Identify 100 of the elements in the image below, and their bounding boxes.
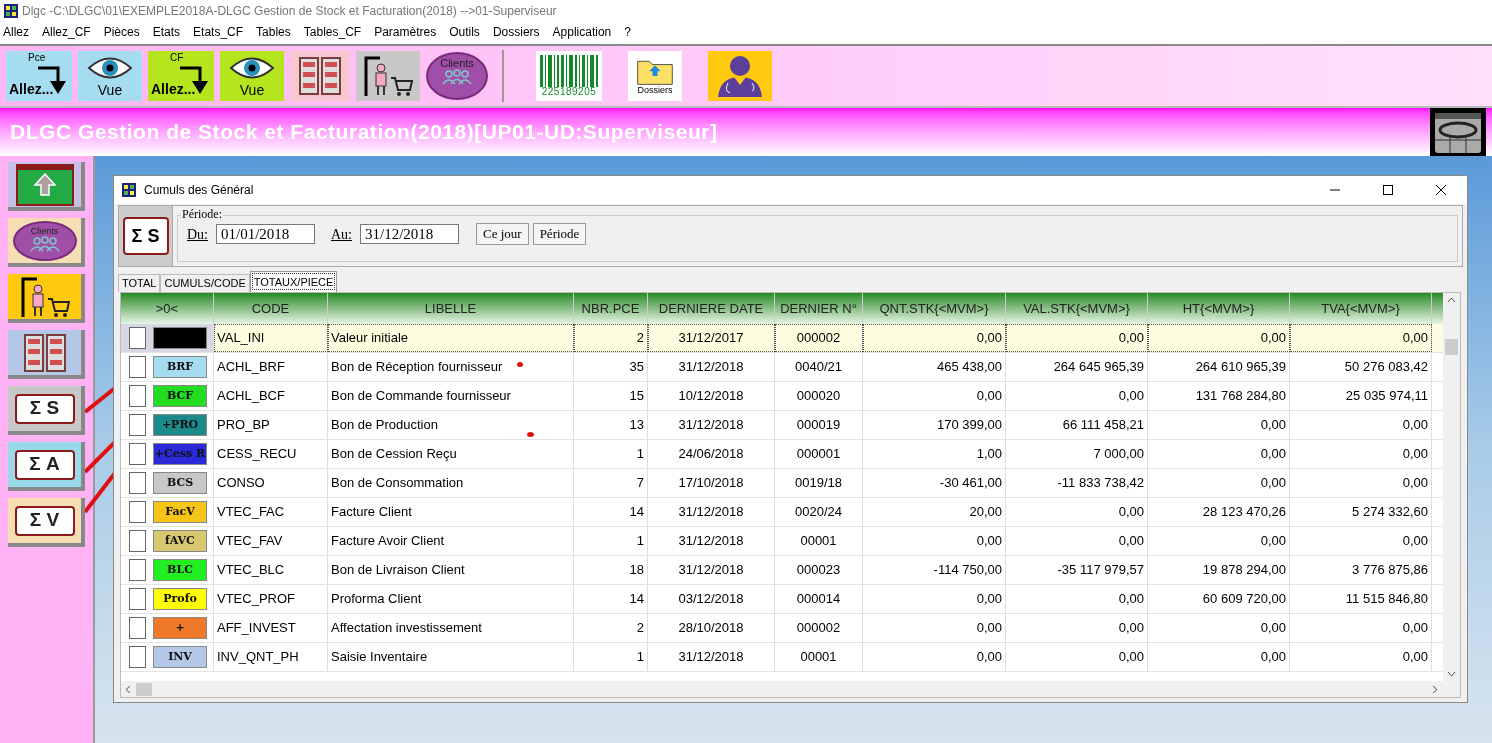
table-cell: 24/06/2018 xyxy=(648,440,775,468)
scrollbar-thumb[interactable] xyxy=(1445,339,1458,355)
from-date-field[interactable]: 01/01/2018 xyxy=(216,224,315,244)
table-cell: 03/12/2018 xyxy=(648,585,775,613)
checkbox[interactable] xyxy=(129,472,146,494)
table-cell: 465 438,00 xyxy=(863,353,1006,381)
tab[interactable]: CUMULS/CODE xyxy=(160,274,250,292)
menu-item[interactable]: Tables xyxy=(256,23,291,41)
menu-item[interactable]: Dossiers xyxy=(492,23,540,41)
checkbox[interactable] xyxy=(129,443,146,465)
column-header[interactable]: LIBELLE xyxy=(328,293,574,324)
horizontal-scrollbar[interactable] xyxy=(121,681,1460,697)
view-button[interactable]: Vue xyxy=(78,51,142,101)
checkbox[interactable] xyxy=(129,646,146,668)
checkbox[interactable] xyxy=(129,501,146,523)
table-row[interactable]: +PRO PRO_BP Bon de Production 13 31/12/2018 000019 170 399,00 66 111 458,21 0,00 0,00 xyxy=(121,411,1444,440)
sidebar-button[interactable] xyxy=(8,162,85,211)
column-header[interactable]: NBR.PCE xyxy=(574,293,648,324)
table-cell: 20,00 xyxy=(863,498,1006,526)
tab[interactable]: TOTAUX/PIECE xyxy=(249,271,338,292)
scroll-down-icon[interactable] xyxy=(1447,671,1456,677)
column-header[interactable]: TVA{<MVM>} xyxy=(1290,293,1432,324)
column-header[interactable]: QNT.STK{<MVM>} xyxy=(863,293,1006,324)
sum-button[interactable]: Σ S xyxy=(14,393,75,424)
column-header[interactable]: >0< xyxy=(121,293,214,324)
sidebar-button[interactable] xyxy=(8,274,85,323)
table-row[interactable]: BCF ACHL_BCF Bon de Commande fournisseur 15 10/12/2018 000020 0,00 0,00 131 768 284,80 25 035 974,11 xyxy=(121,382,1444,411)
to-date-field[interactable]: 31/12/2018 xyxy=(360,224,459,244)
table-cell: Affectation investissement xyxy=(328,614,574,642)
table-row[interactable]: + AFF_INVEST Affectation investissement 2 28/10/2018 000002 0,00 0,00 0,00 0,00 xyxy=(121,614,1444,643)
column-header[interactable]: HT{<MVM>} xyxy=(1148,293,1290,324)
table-row[interactable]: BCS CONSO Bon de Consommation 7 17/10/2018 0019/18 -30 461,00 -11 833 738,42 0,00 0,00 xyxy=(121,469,1444,498)
toolbar-button[interactable] xyxy=(290,51,350,101)
column-header[interactable]: DERNIER N° xyxy=(775,293,863,324)
document-type-icon: INV xyxy=(153,646,207,668)
menu-item[interactable]: Tables_CF xyxy=(303,23,362,41)
table-cell: 28/10/2018 xyxy=(648,614,775,642)
tab[interactable]: TOTAL xyxy=(118,274,161,292)
period-button[interactable]: Ce jour xyxy=(476,223,529,245)
column-header[interactable]: CODE xyxy=(214,293,328,324)
table-cell: Facture Client xyxy=(328,498,574,526)
table-cell: 0,00 xyxy=(863,324,1006,352)
goto-button[interactable]: Pce Allez... xyxy=(6,51,72,101)
table-row[interactable]: Profo VTEC_PROF Proforma Client 14 03/12/2018 000014 0,00 0,00 60 609 720,00 11 515 846,80 xyxy=(121,585,1444,614)
table-row[interactable]: BLC VTEC_BLC Bon de Livraison Client 18 31/12/2018 000023 -114 750,00 -35 117 979,57 19 878 294,00 3 776 875,86 xyxy=(121,556,1444,585)
table-row[interactable]: INV INV_QNT_PH Saisie Inventaire 1 31/12/2018 00001 0,00 0,00 0,00 0,00 xyxy=(121,643,1444,672)
checkbox[interactable] xyxy=(129,559,146,581)
table-row[interactable]: FacV VTEC_FAC Facture Client 14 31/12/2018 0020/24 20,00 0,00 28 123 470,26 5 274 332,60 xyxy=(121,498,1444,527)
column-header[interactable]: DERNIERE DATE xyxy=(648,293,775,324)
table-cell: 1,00 xyxy=(863,440,1006,468)
menu-item[interactable]: Allez_CF xyxy=(42,23,91,41)
document-type-icon: BCS xyxy=(153,472,207,494)
goto-button[interactable]: CF Allez... xyxy=(148,51,214,101)
menu-item[interactable]: Etats_CF xyxy=(193,23,244,41)
checkbox[interactable] xyxy=(129,356,146,378)
period-button[interactable]: Période xyxy=(532,223,587,245)
calculator-icon[interactable] xyxy=(1430,108,1486,156)
table-row[interactable]: +Cess R CESS_RECU Bon de Cession Reçu 1 24/06/2018 000001 1,00 7 000,00 0,00 0,00 xyxy=(121,440,1444,469)
checkbox[interactable] xyxy=(129,588,146,610)
scroll-up-icon[interactable] xyxy=(1447,297,1456,303)
maximize-icon[interactable] xyxy=(1382,184,1394,196)
menu-item[interactable]: ? xyxy=(624,23,631,41)
checkbox[interactable] xyxy=(129,385,146,407)
menu-item[interactable]: Paramètres xyxy=(374,23,437,41)
barcode-button[interactable]: 225189205 xyxy=(536,51,602,101)
column-header[interactable]: VAL.STK{<MVM>} xyxy=(1006,293,1148,324)
checkbox[interactable] xyxy=(129,530,146,552)
close-icon[interactable] xyxy=(1435,184,1447,196)
vertical-scrollbar[interactable] xyxy=(1443,293,1460,681)
table-row[interactable]: fAVC VTEC_FAV Facture Avoir Client 1 31/12/2018 00001 0,00 0,00 0,00 0,00 xyxy=(121,527,1444,556)
menu-item[interactable]: Outils xyxy=(449,23,480,41)
table-cell: 000002 xyxy=(775,614,863,642)
document-type-icon: BRF xyxy=(153,356,207,378)
table-cell: 0,00 xyxy=(863,527,1006,555)
toolbar-button[interactable] xyxy=(356,51,420,101)
period-label: Période: xyxy=(181,207,223,221)
person-cart-icon xyxy=(363,54,413,98)
toolbar-button[interactable] xyxy=(708,51,772,101)
table-row[interactable]: BRF ACHL_BRF Bon de Réception fournisseur 35 31/12/2018 0040/21 465 438,00 264 645 965,39 264 610 965,39 50 276 083,42 xyxy=(121,353,1444,382)
annotation-dot xyxy=(527,432,534,437)
table-cell: 0,00 xyxy=(1148,614,1290,642)
table-row[interactable]: VAL_INI Valeur initiale 2 31/12/2017 000002 0,00 0,00 0,00 0,00 xyxy=(121,324,1444,353)
menu-item[interactable]: Allez xyxy=(3,23,29,41)
folders-button[interactable]: Dossiers xyxy=(628,51,682,101)
checkbox[interactable] xyxy=(129,617,146,639)
sum-button[interactable]: Σ V xyxy=(14,505,75,536)
menu-item[interactable]: Application xyxy=(552,23,612,41)
scroll-right-icon[interactable] xyxy=(1432,684,1438,694)
sum-button[interactable]: Σ A xyxy=(14,449,75,480)
table-cell: 15 xyxy=(574,382,648,410)
table-cell: 0,00 xyxy=(1006,324,1148,352)
view-button[interactable]: Vue xyxy=(220,51,284,101)
scrollbar-thumb[interactable] xyxy=(136,682,152,696)
sidebar-button[interactable] xyxy=(8,330,85,379)
scroll-left-icon[interactable] xyxy=(125,684,131,694)
checkbox[interactable] xyxy=(129,414,146,436)
sum-button[interactable]: Σ S xyxy=(122,217,169,255)
checkbox[interactable] xyxy=(129,327,146,349)
menu-item[interactable]: Pièces xyxy=(103,23,140,41)
menu-item[interactable]: Etats xyxy=(152,23,181,41)
